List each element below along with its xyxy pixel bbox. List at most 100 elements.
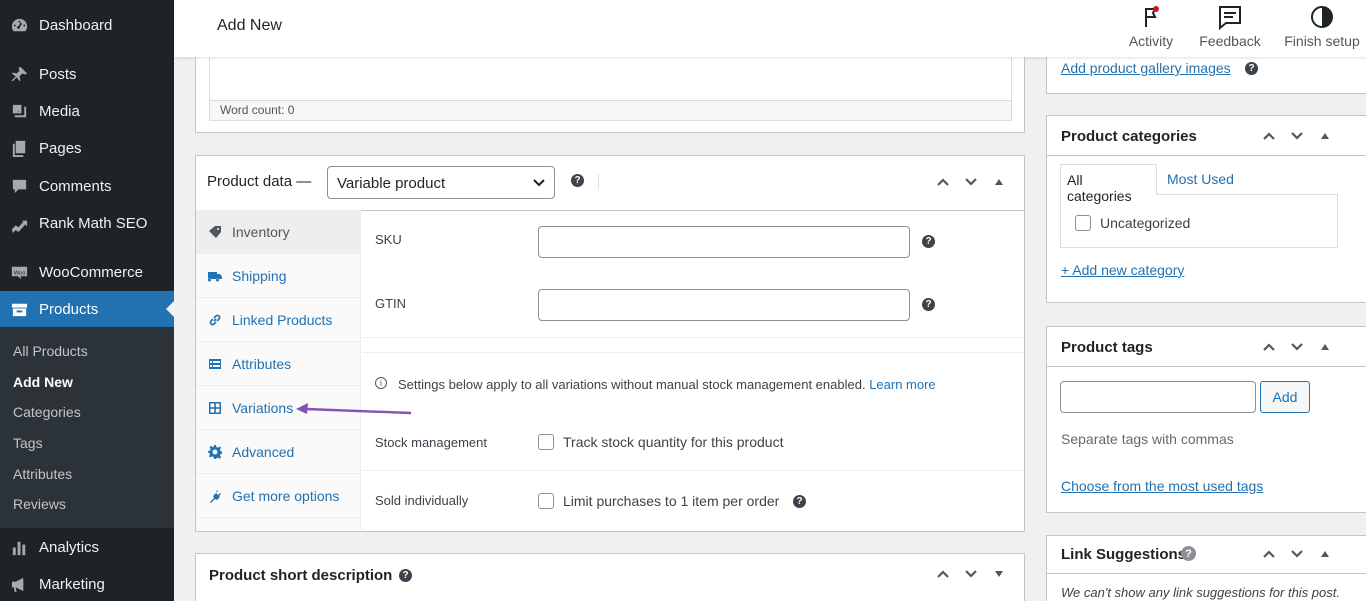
variations-notice: Settings below apply to all variations w… <box>398 377 936 392</box>
annotation-arrow <box>296 403 412 415</box>
submenu-tags[interactable]: Tags <box>13 435 43 451</box>
products-submenu: All Products Add New Categories Tags Att… <box>0 327 174 528</box>
word-count: Word count: 0 <box>209 100 1012 121</box>
product-type-select[interactable]: Variable product <box>327 166 555 199</box>
woocommerce-icon: Woo <box>9 262 29 282</box>
finish-setup-button[interactable]: Finish setup <box>1278 3 1366 49</box>
choose-tags-link[interactable]: Choose from the most used tags <box>1061 478 1263 494</box>
move-down-icon[interactable] <box>957 172 985 192</box>
notice-text: Settings below apply to all variations w… <box>398 377 866 392</box>
add-tag-button[interactable]: Add <box>1260 381 1310 413</box>
activity-button[interactable]: Activity <box>1111 3 1191 49</box>
tab-advanced[interactable]: Advanced <box>196 430 361 474</box>
submenu-categories[interactable]: Categories <box>13 404 81 420</box>
help-icon[interactable]: ? <box>793 495 806 508</box>
help-icon[interactable]: ? <box>1245 62 1258 75</box>
submenu-all-products[interactable]: All Products <box>13 343 88 359</box>
product-data-tabs: Inventory Shipping Linked Products Attri… <box>196 210 361 530</box>
help-icon[interactable]: ? <box>922 235 935 248</box>
add-new-category-link[interactable]: + Add new category <box>1061 262 1184 278</box>
comments-icon <box>9 176 29 196</box>
link-icon <box>207 312 223 328</box>
menu-marketing[interactable]: Marketing <box>0 566 174 601</box>
tab-get-more-options[interactable]: Get more options <box>196 474 361 518</box>
menu-label: Pages <box>39 139 82 157</box>
collapse-toggle-icon[interactable] <box>1311 337 1339 357</box>
tab-label: Inventory <box>232 223 290 240</box>
short-description-title: Product short description <box>209 567 393 584</box>
tab-shipping[interactable]: Shipping <box>196 254 361 298</box>
track-stock-label: Track stock quantity for this product <box>563 434 784 450</box>
gtin-input[interactable] <box>538 289 910 321</box>
activity-label: Activity <box>1128 33 1174 49</box>
submenu-reviews[interactable]: Reviews <box>13 496 66 512</box>
move-down-icon[interactable] <box>1283 126 1311 146</box>
tags-title: Product tags <box>1061 339 1153 356</box>
menu-posts[interactable]: Posts <box>0 56 174 92</box>
menu-pages[interactable]: Pages <box>0 130 174 166</box>
collapse-toggle-icon[interactable] <box>985 564 1013 584</box>
link-suggestions-message: We can't show any link suggestions for t… <box>1061 585 1340 600</box>
flag-icon <box>1111 3 1191 31</box>
learn-more-link[interactable]: Learn more <box>869 377 935 392</box>
move-up-icon[interactable] <box>1255 126 1283 146</box>
chevron-down-icon <box>533 179 545 187</box>
help-icon[interactable]: ? <box>399 569 412 582</box>
sold-individually-text: Limit purchases to 1 item per order <box>563 493 780 509</box>
short-description-box: Product short description ? <box>195 553 1025 601</box>
feedback-button[interactable]: Feedback <box>1190 3 1270 49</box>
menu-media[interactable]: Media <box>0 93 174 129</box>
collapse-toggle-icon[interactable] <box>1311 544 1339 564</box>
rank-math-icon <box>9 213 29 233</box>
tab-linked-products[interactable]: Linked Products <box>196 298 361 342</box>
menu-rank-math[interactable]: Rank Math SEO <box>0 205 174 241</box>
sold-individually-checkbox[interactable] <box>538 493 554 509</box>
sold-individually-label: Sold individually <box>375 493 469 508</box>
product-data-controls <box>929 172 1013 192</box>
tab-attributes[interactable]: Attributes <box>196 342 361 386</box>
link-suggestions-controls <box>1255 544 1339 564</box>
finish-setup-label: Finish setup <box>1284 33 1360 49</box>
move-down-icon[interactable] <box>1283 337 1311 357</box>
link-suggestions-title: Link Suggestions <box>1061 546 1187 563</box>
collapse-toggle-icon[interactable] <box>985 172 1013 192</box>
move-up-icon[interactable] <box>929 564 957 584</box>
media-icon <box>9 101 29 121</box>
product-type-value: Variable product <box>337 175 446 192</box>
row-divider <box>362 470 1024 471</box>
menu-analytics[interactable]: Analytics <box>0 529 174 565</box>
sku-input[interactable] <box>538 226 910 258</box>
category-label: Uncategorized <box>1100 215 1191 231</box>
header-divider <box>1047 366 1366 367</box>
track-stock-checkbox[interactable] <box>538 434 554 450</box>
tag-input[interactable] <box>1060 381 1256 413</box>
help-icon[interactable]: ? <box>922 298 935 311</box>
marketing-icon <box>9 574 29 594</box>
menu-dashboard[interactable]: Dashboard <box>0 7 174 43</box>
top-bar: Add New Activity Feedback Finish setup <box>174 0 1366 57</box>
help-icon[interactable]: ? <box>571 174 584 187</box>
tab-most-used[interactable]: Most Used <box>1167 171 1234 187</box>
menu-woocommerce[interactable]: Woo WooCommerce <box>0 254 174 290</box>
move-up-icon[interactable] <box>929 172 957 192</box>
categories-controls <box>1255 126 1339 146</box>
move-down-icon[interactable] <box>1283 544 1311 564</box>
tab-inventory[interactable]: Inventory <box>196 210 361 254</box>
tab-all-categories[interactable]: All categories <box>1060 164 1157 204</box>
tab-label: Variations <box>232 399 294 416</box>
move-up-icon[interactable] <box>1255 544 1283 564</box>
move-up-icon[interactable] <box>1255 337 1283 357</box>
submenu-add-new[interactable]: Add New <box>13 374 73 390</box>
tab-label: Advanced <box>232 443 295 460</box>
move-down-icon[interactable] <box>957 564 985 584</box>
help-icon[interactable]: ? <box>1181 546 1196 561</box>
submenu-attributes[interactable]: Attributes <box>13 466 72 482</box>
category-checkbox[interactable] <box>1075 215 1091 231</box>
collapse-toggle-icon[interactable] <box>1311 126 1339 146</box>
menu-comments[interactable]: Comments <box>0 168 174 204</box>
add-gallery-images-link[interactable]: Add product gallery images <box>1061 60 1231 76</box>
menu-label: Comments <box>39 177 112 195</box>
menu-products[interactable]: Products <box>0 291 174 327</box>
product-data-title: Product data — <box>207 173 312 190</box>
categories-title: Product categories <box>1061 128 1197 145</box>
